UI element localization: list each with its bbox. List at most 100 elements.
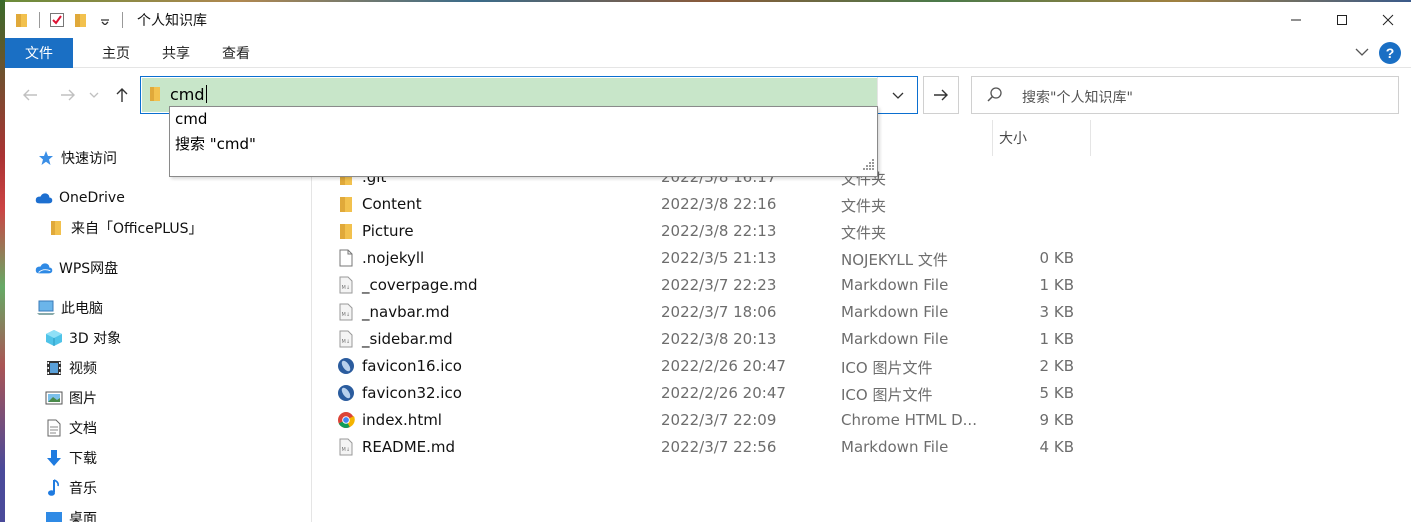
- column-header-size[interactable]: 大小: [992, 120, 1091, 156]
- address-input[interactable]: cmd: [170, 85, 207, 104]
- maximize-button[interactable]: [1319, 2, 1365, 38]
- nav-item-pictures[interactable]: 图片: [45, 387, 97, 409]
- computer-icon: [37, 299, 55, 317]
- tab-share[interactable]: 共享: [147, 38, 205, 68]
- expand-ribbon-chevron-icon[interactable]: [1355, 45, 1369, 61]
- file-type: 文件夹: [841, 197, 887, 215]
- nav-item-quick-access[interactable]: 快速访问: [37, 147, 117, 169]
- nav-item-music[interactable]: 音乐: [45, 477, 97, 499]
- folder-icon: [47, 219, 65, 237]
- file-size: 1 KB: [1039, 276, 1074, 294]
- file-row[interactable]: favicon16.ico 2022/2/26 20:47 ICO 图片文件 2…: [312, 353, 1411, 380]
- file-type: 文件夹: [841, 224, 887, 242]
- close-button[interactable]: [1365, 2, 1411, 38]
- file-name: _navbar.md: [362, 303, 450, 321]
- star-icon: [37, 149, 55, 167]
- address-autocomplete-dropdown: cmd 搜索 "cmd": [169, 106, 878, 177]
- navigation-pane: 快速访问 OneDrive 来自「OfficePLUS」 WPS网盘 此电脑 3…: [5, 120, 312, 522]
- file-row[interactable]: M↓ _navbar.md 2022/3/7 18:06 Markdown Fi…: [312, 299, 1411, 326]
- file-row[interactable]: favicon32.ico 2022/2/26 20:47 ICO 图片文件 5…: [312, 380, 1411, 407]
- search-box[interactable]: 搜索"个人知识库": [971, 76, 1399, 114]
- desktop-icon: [45, 509, 63, 522]
- file-size: 4 KB: [1039, 438, 1074, 456]
- folder-icon: [336, 221, 356, 241]
- maximize-icon: [1337, 15, 1347, 25]
- file-type: ICO 图片文件: [841, 386, 933, 404]
- file-date: 2022/3/7 22:09: [661, 411, 777, 429]
- file-name: favicon32.ico: [362, 384, 462, 402]
- help-button[interactable]: ?: [1379, 42, 1401, 64]
- up-arrow-icon: [116, 88, 128, 102]
- new-folder-icon[interactable]: [72, 11, 90, 29]
- minimize-icon: [1291, 19, 1301, 21]
- file-row[interactable]: M↓ _coverpage.md 2022/3/7 22:23 Markdown…: [312, 272, 1411, 299]
- nav-item-downloads[interactable]: 下载: [45, 447, 97, 469]
- chevron-down-icon: [89, 92, 99, 98]
- file-date: 2022/3/8 20:13: [661, 330, 777, 348]
- file-row[interactable]: index.html 2022/3/7 22:09 Chrome HTML D.…: [312, 407, 1411, 434]
- file-row[interactable]: Content 2022/3/8 22:16 文件夹: [312, 191, 1411, 218]
- nav-item-3d-objects[interactable]: 3D 对象: [45, 327, 121, 349]
- properties-icon[interactable]: [48, 11, 66, 29]
- nav-item-label: 来自「OfficePLUS」: [71, 221, 203, 237]
- back-button[interactable]: [19, 84, 41, 106]
- file-date: 2022/3/7 22:23: [661, 276, 777, 294]
- toolbar-separator: [122, 12, 123, 28]
- nav-item-videos[interactable]: 视频: [45, 357, 97, 379]
- file-type: Markdown File: [841, 330, 949, 348]
- minimize-button[interactable]: [1273, 2, 1319, 38]
- file-type: ICO 图片文件: [841, 359, 933, 377]
- tab-view[interactable]: 查看: [207, 38, 265, 68]
- search-icon: [986, 86, 1004, 108]
- file-row[interactable]: .nojekyll 2022/3/5 21:13 NOJEKYLL 文件 0 K…: [312, 245, 1411, 272]
- file-date: 2022/2/26 20:47: [661, 384, 786, 402]
- toolbar-separator: [39, 12, 40, 28]
- nav-item-label: OneDrive: [59, 190, 125, 206]
- recent-locations-button[interactable]: [87, 84, 101, 106]
- back-arrow-icon: [23, 89, 37, 101]
- markdown-file-icon: M↓: [336, 329, 356, 349]
- file-name: Picture: [362, 222, 414, 240]
- download-icon: [45, 449, 63, 467]
- cloud-icon: [35, 259, 53, 277]
- file-name: _coverpage.md: [362, 276, 478, 294]
- file-date: 2022/3/7 22:56: [661, 438, 777, 456]
- nav-item-onedrive[interactable]: OneDrive: [35, 187, 125, 209]
- file-type: Chrome HTML D...: [841, 411, 977, 429]
- search-placeholder: 搜索"个人知识库": [1022, 90, 1133, 106]
- file-date: 2022/3/7 18:06: [661, 303, 777, 321]
- address-history-dropdown[interactable]: [877, 77, 917, 113]
- autocomplete-item-cmd[interactable]: cmd: [175, 110, 207, 128]
- nav-item-desktop[interactable]: 桌面: [45, 507, 97, 522]
- forward-arrow-icon: [61, 89, 75, 101]
- nav-item-officeplus[interactable]: 来自「OfficePLUS」: [47, 217, 203, 239]
- nav-item-label: 3D 对象: [69, 331, 122, 347]
- tab-home[interactable]: 主页: [87, 38, 145, 68]
- forward-button[interactable]: [57, 84, 79, 106]
- autocomplete-item-search[interactable]: 搜索 "cmd": [175, 133, 256, 154]
- svg-text:M↓: M↓: [342, 447, 351, 453]
- file-date: 2022/2/26 20:47: [661, 357, 786, 375]
- svg-text:M↓: M↓: [342, 339, 351, 345]
- nav-item-wps-drive[interactable]: WPS网盘: [35, 257, 118, 279]
- cube-icon: [45, 329, 63, 347]
- nav-item-label: WPS网盘: [59, 261, 119, 277]
- file-row[interactable]: M↓ _sidebar.md 2022/3/8 20:13 Markdown F…: [312, 326, 1411, 353]
- nav-item-label: 下载: [69, 451, 97, 467]
- file-row[interactable]: Picture 2022/3/8 22:13 文件夹: [312, 218, 1411, 245]
- up-button[interactable]: [111, 84, 133, 106]
- nav-item-this-pc[interactable]: 此电脑: [37, 297, 103, 319]
- resize-grip-icon[interactable]: [863, 158, 875, 174]
- customize-toolbar-chevron-icon[interactable]: [96, 11, 114, 29]
- tab-file[interactable]: 文件: [5, 37, 73, 68]
- svg-text:M↓: M↓: [342, 312, 351, 318]
- quick-access-toolbar: [5, 2, 131, 38]
- file-list: .git 2022/3/8 16:17 文件夹 Content 2022/3/8…: [312, 162, 1411, 522]
- file-name: _sidebar.md: [362, 330, 453, 348]
- folder-icon: [336, 194, 356, 214]
- file-row[interactable]: M↓ README.md 2022/3/7 22:56 Markdown Fil…: [312, 434, 1411, 461]
- nav-item-label: 桌面: [69, 511, 97, 522]
- go-button[interactable]: [923, 76, 959, 114]
- nav-item-documents[interactable]: 文档: [45, 417, 97, 439]
- file-name: index.html: [362, 411, 442, 429]
